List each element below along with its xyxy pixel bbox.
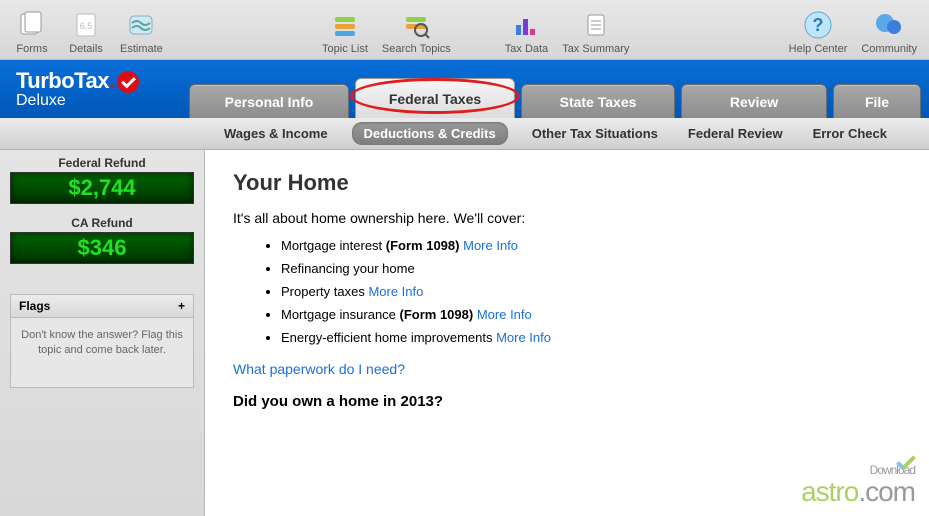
toolbar-label: Search Topics xyxy=(382,43,451,55)
bullet-bold: (Form 1098) xyxy=(386,238,460,253)
bullet-list: Mortgage interest (Form 1098) More Info … xyxy=(281,238,901,345)
tab-federal-taxes[interactable]: Federal Taxes xyxy=(355,78,515,118)
bullet-text: Mortgage interest xyxy=(281,238,386,253)
flags-title: Flags xyxy=(19,299,50,313)
toolbar-group-center: Topic List Search Topics Tax Data Tax Su… xyxy=(318,7,633,57)
paperwork-link[interactable]: What paperwork do I need? xyxy=(233,361,901,377)
flags-body: Don't know the answer? Flag this topic a… xyxy=(11,318,193,387)
brand-logo: TurboTax. Deluxe xyxy=(0,68,189,110)
more-info-link[interactable]: More Info xyxy=(477,307,532,322)
list-item: Mortgage interest (Form 1098) More Info xyxy=(281,238,901,253)
list-item: Mortgage insurance (Form 1098) More Info xyxy=(281,307,901,322)
toolbar-label: Estimate xyxy=(120,43,163,55)
toolbar-group-left: Forms 6.5 Details Estimate xyxy=(8,7,167,57)
list-item: Refinancing your home xyxy=(281,261,901,276)
bullet-text: Refinancing your home xyxy=(281,261,415,276)
search-icon xyxy=(400,9,432,41)
toolbar-label: Tax Data xyxy=(505,43,548,55)
main-tabs: Personal Info Federal Taxes State Taxes … xyxy=(189,60,929,118)
brand-tabs-bar: TurboTax. Deluxe Personal Info Federal T… xyxy=(0,60,929,118)
details-icon: 6.5 xyxy=(70,9,102,41)
sidebar: Federal Refund $2,744 CA Refund $346 Fla… xyxy=(0,150,205,516)
svg-text:?: ? xyxy=(813,15,824,35)
estimate-icon xyxy=(125,9,157,41)
tab-state-taxes[interactable]: State Taxes xyxy=(521,84,675,118)
ca-refund-value: $346 xyxy=(10,232,194,264)
list-item: Energy-efficient home improvements More … xyxy=(281,330,901,345)
estimate-button[interactable]: Estimate xyxy=(116,7,167,57)
forms-button[interactable]: Forms xyxy=(8,7,56,57)
intro-text: It's all about home ownership here. We'l… xyxy=(233,210,901,226)
plus-icon[interactable]: + xyxy=(178,299,185,313)
sub-tabs: Wages & Income Deductions & Credits Othe… xyxy=(0,118,929,150)
search-topics-button[interactable]: Search Topics xyxy=(378,7,455,57)
toolbar-label: Tax Summary xyxy=(562,43,629,55)
tab-label: Personal Info xyxy=(225,94,314,110)
svg-text:6.5: 6.5 xyxy=(80,21,93,31)
main-content: Your Home It's all about home ownership … xyxy=(205,150,929,516)
bar-chart-icon xyxy=(510,9,542,41)
more-info-link[interactable]: More Info xyxy=(496,330,551,345)
tax-summary-button[interactable]: Tax Summary xyxy=(558,7,633,57)
toolbar-label: Details xyxy=(69,43,103,55)
community-icon xyxy=(873,9,905,41)
help-center-button[interactable]: ? Help Center xyxy=(785,7,852,57)
page-title: Your Home xyxy=(233,170,901,196)
toolbar-label: Topic List xyxy=(322,43,368,55)
tab-label: State Taxes xyxy=(560,94,637,110)
checkmark-icon xyxy=(117,71,139,93)
list-item: Property taxes More Info xyxy=(281,284,901,299)
tab-file[interactable]: File xyxy=(833,84,921,118)
bullet-text: Property taxes xyxy=(281,284,368,299)
ownership-question: Did you own a home in 2013? xyxy=(233,393,901,410)
more-info-link[interactable]: More Info xyxy=(368,284,423,299)
subtab-other-tax[interactable]: Other Tax Situations xyxy=(526,122,664,145)
bullet-text: Mortgage insurance xyxy=(281,307,400,322)
topic-list-button[interactable]: Topic List xyxy=(318,7,372,57)
ca-refund-box: CA Refund $346 xyxy=(0,210,204,270)
subtab-error-check[interactable]: Error Check xyxy=(807,122,893,145)
toolbar-label: Forms xyxy=(16,43,47,55)
brand-edition: Deluxe xyxy=(16,92,189,110)
tab-label: File xyxy=(865,94,889,110)
forms-icon xyxy=(16,9,48,41)
tab-label: Federal Taxes xyxy=(389,91,481,107)
summary-icon xyxy=(580,9,612,41)
details-button[interactable]: 6.5 Details xyxy=(62,7,110,57)
subtab-federal-review[interactable]: Federal Review xyxy=(682,122,789,145)
bullet-text: Energy-efficient home improvements xyxy=(281,330,496,345)
federal-refund-value: $2,744 xyxy=(10,172,194,204)
toolbar-label: Community xyxy=(861,43,917,55)
bullet-bold: (Form 1098) xyxy=(400,307,474,322)
subtab-deductions-credits[interactable]: Deductions & Credits xyxy=(352,122,508,145)
more-info-link[interactable]: More Info xyxy=(463,238,518,253)
community-button[interactable]: Community xyxy=(857,7,921,57)
federal-refund-box: Federal Refund $2,744 xyxy=(0,150,204,210)
tab-review[interactable]: Review xyxy=(681,84,827,118)
flags-panel: Flags + Don't know the answer? Flag this… xyxy=(10,294,194,388)
tax-data-button[interactable]: Tax Data xyxy=(501,7,552,57)
brand-name: TurboTax xyxy=(16,68,109,93)
flags-header[interactable]: Flags + xyxy=(11,295,193,318)
subtab-wages-income[interactable]: Wages & Income xyxy=(218,122,334,145)
top-toolbar: Forms 6.5 Details Estimate Topic List Se… xyxy=(0,0,929,60)
content-area: Federal Refund $2,744 CA Refund $346 Fla… xyxy=(0,150,929,516)
topic-list-icon xyxy=(329,9,361,41)
toolbar-label: Help Center xyxy=(789,43,848,55)
tab-label: Review xyxy=(730,94,778,110)
tab-personal-info[interactable]: Personal Info xyxy=(189,84,349,118)
refund-label: Federal Refund xyxy=(10,156,194,170)
refund-label: CA Refund xyxy=(10,216,194,230)
help-icon: ? xyxy=(802,9,834,41)
toolbar-group-right: ? Help Center Community xyxy=(785,7,921,57)
